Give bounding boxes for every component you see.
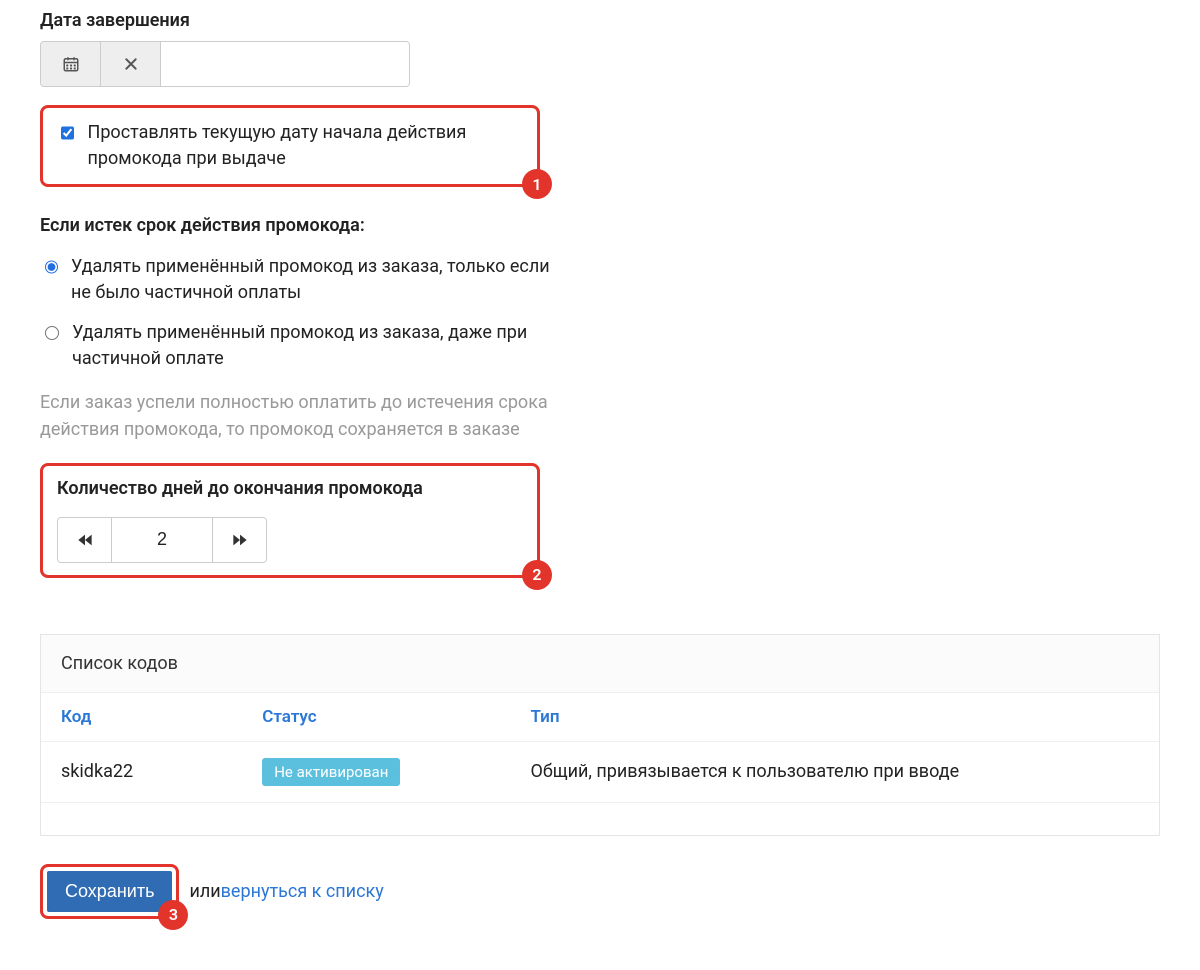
end-date-input[interactable] [161,42,409,86]
close-icon [123,56,139,72]
rewind-icon [77,533,93,547]
codes-panel-title: Список кодов [41,635,1159,693]
expired-option-2-radio[interactable] [45,324,59,342]
or-text: или [189,881,220,902]
set-current-date-label[interactable]: Проставлять текущую дату начала действия… [87,120,523,172]
codes-table: Код Статус Тип skidka22 Не активирован О… [41,693,1159,835]
return-link[interactable]: вернуться к списку [221,881,384,902]
annotation-badge-2: 2 [522,560,552,590]
set-current-date-checkbox[interactable] [61,124,74,142]
expired-option-1-radio[interactable] [45,258,58,276]
codes-col-type[interactable]: Тип [511,693,1159,742]
forward-icon [232,533,248,547]
days-until-label: Количество дней до окончания промокода [57,478,523,499]
type-cell: Общий, привязывается к пользователю при … [511,741,1159,802]
highlight-days-until: Количество дней до окончания промокода [40,463,540,578]
days-until-input[interactable] [112,518,212,562]
annotation-badge-1: 1 [522,169,552,199]
increment-button[interactable] [212,518,266,562]
highlight-set-current-date: Проставлять текущую дату начала действия… [40,105,540,187]
code-cell: skidka22 [41,741,242,802]
calendar-button[interactable] [41,42,101,86]
end-date-label: Дата завершения [40,10,1160,31]
expired-option-2-label[interactable]: Удалять применённый промокод из заказа, … [72,320,550,372]
days-until-spinner [57,517,267,563]
expired-option-1-label[interactable]: Удалять применённый промокод из заказа, … [71,254,550,306]
codes-panel: Список кодов Код Статус Тип skidka22 Не … [40,634,1160,836]
table-row: skidka22 Не активирован Общий, привязыва… [41,741,1159,802]
clear-date-button[interactable] [101,42,161,86]
codes-col-code[interactable]: Код [41,693,242,742]
highlight-save: Сохранить 3 [40,864,179,919]
actions-row: Сохранить 3 или вернуться к списку [40,864,1160,919]
end-date-input-group [40,41,410,87]
save-button[interactable]: Сохранить [47,871,172,912]
codes-col-status[interactable]: Статус [242,693,510,742]
annotation-badge-3: 3 [158,900,188,930]
expired-hint: Если заказ успели полностью оплатить до … [40,389,560,443]
decrement-button[interactable] [58,518,112,562]
calendar-icon [62,55,80,73]
status-badge: Не активирован [262,758,400,786]
expired-section-title: Если истек срок действия промокода: [40,215,1160,236]
table-row-empty [41,802,1159,835]
